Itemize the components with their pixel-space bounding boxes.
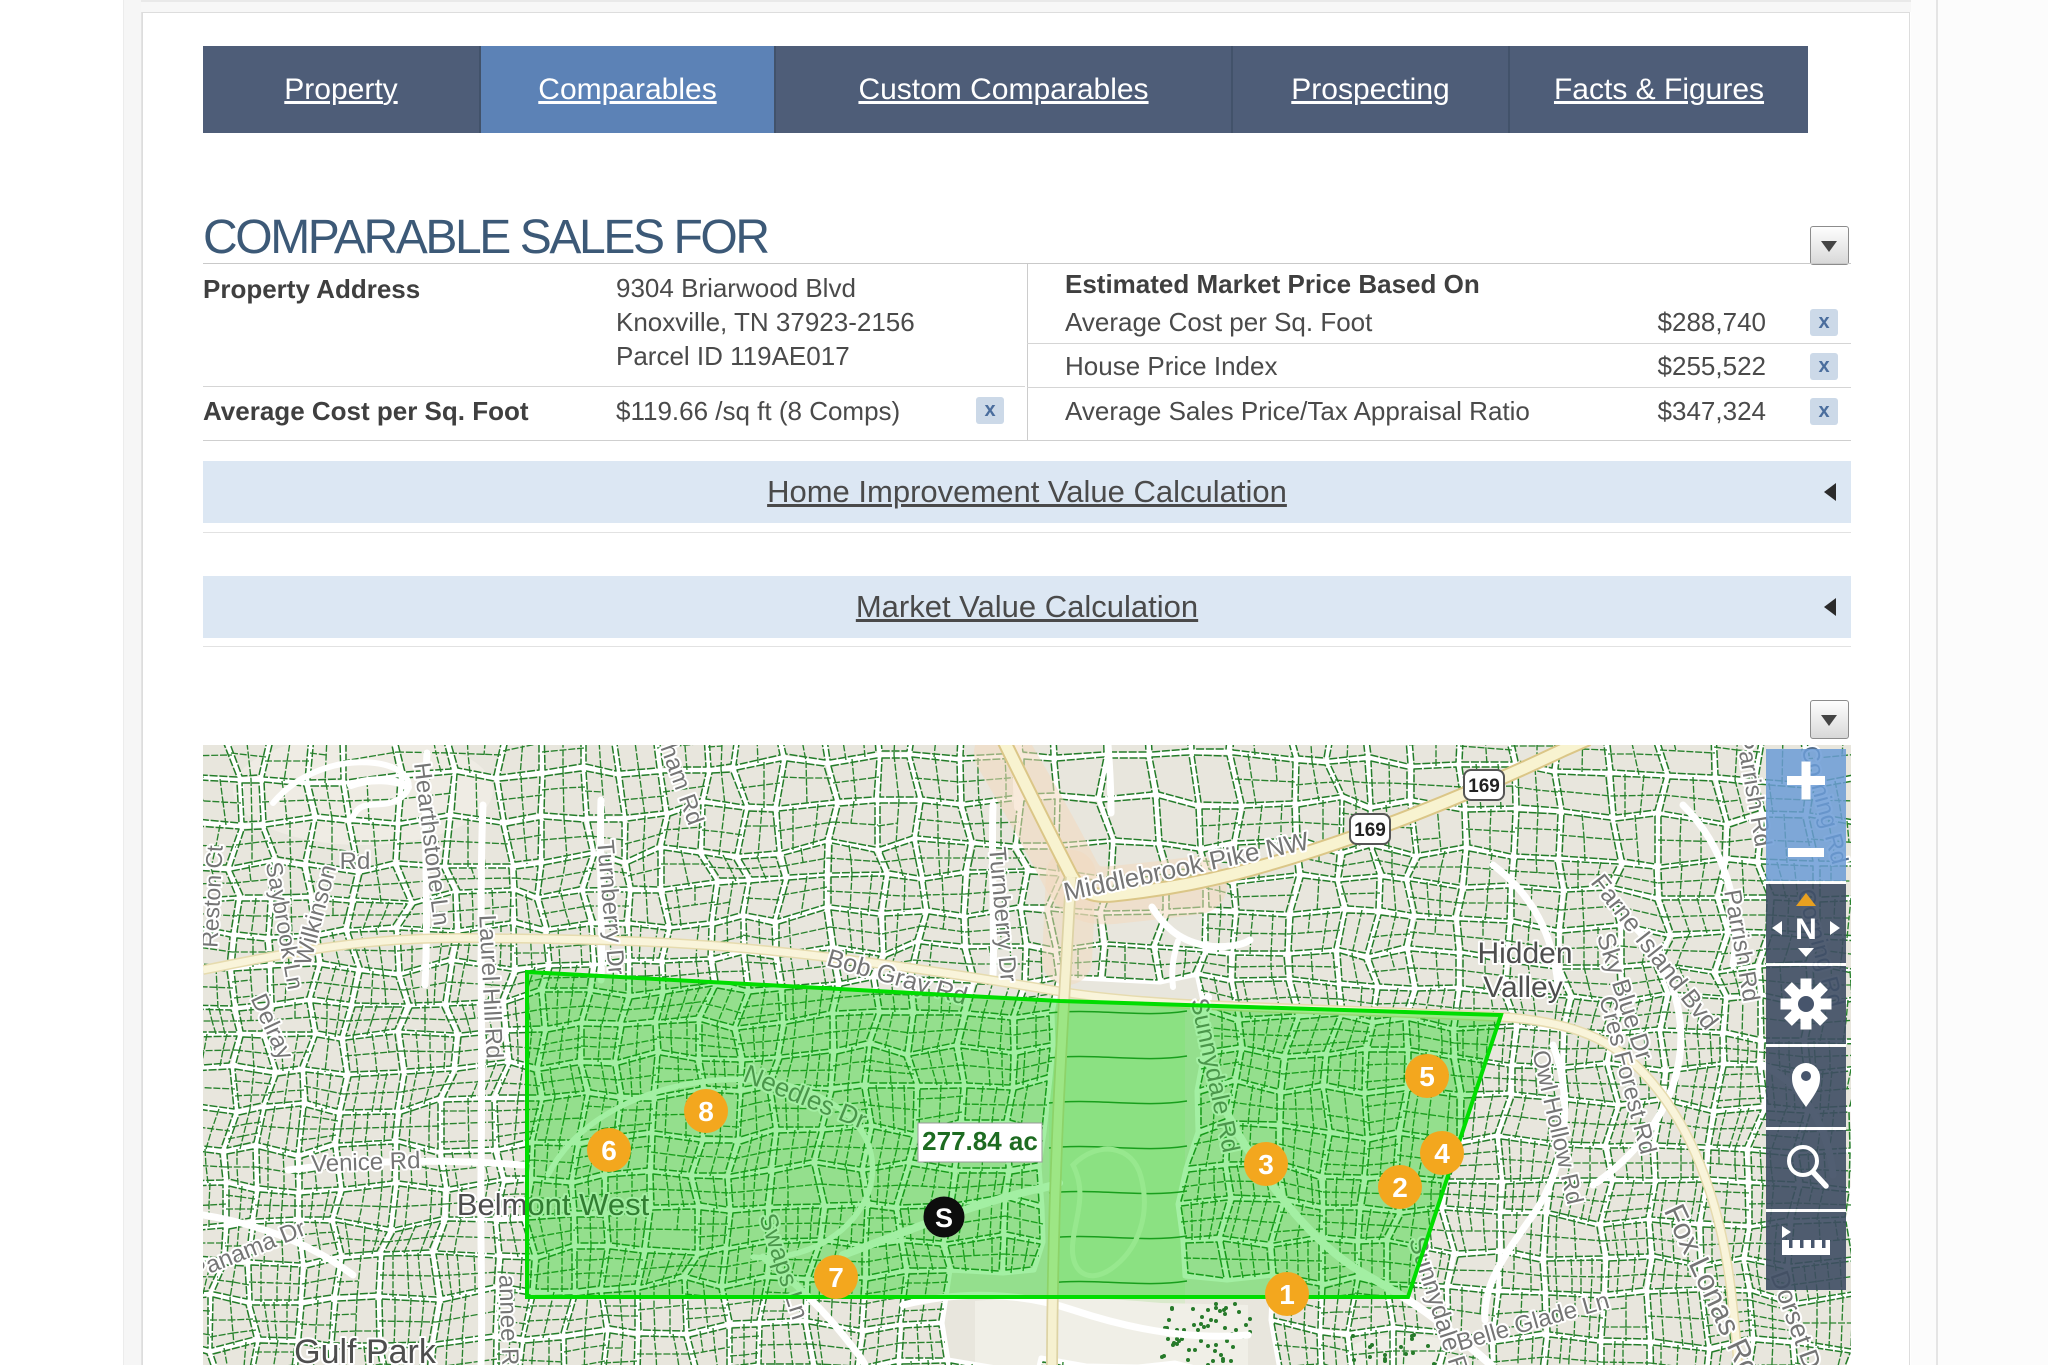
svg-text:8: 8 — [698, 1096, 714, 1127]
svg-text:169: 169 — [1468, 776, 1500, 797]
svg-text:277.84 ac: 277.84 ac — [922, 1126, 1038, 1156]
svg-text:2: 2 — [1392, 1172, 1408, 1203]
svg-text:1: 1 — [1279, 1279, 1295, 1310]
svg-text:Gulf Park: Gulf Park — [294, 1333, 437, 1365]
svg-text:Valley: Valley — [1483, 971, 1562, 1004]
svg-text:6: 6 — [601, 1135, 617, 1166]
svg-text:7: 7 — [828, 1262, 844, 1293]
svg-text:Venice Rd: Venice Rd — [311, 1147, 421, 1178]
svg-text:annee Rd: annee Rd — [493, 1274, 524, 1365]
svg-text:169: 169 — [1354, 820, 1386, 841]
svg-text:N: N — [1795, 913, 1817, 946]
svg-text:Rd: Rd — [340, 848, 371, 875]
svg-text:3: 3 — [1258, 1149, 1274, 1180]
svg-text:4: 4 — [1434, 1138, 1450, 1169]
svg-text:5: 5 — [1419, 1061, 1435, 1092]
svg-text:Hidden: Hidden — [1477, 937, 1572, 970]
svg-text:S: S — [935, 1203, 953, 1233]
